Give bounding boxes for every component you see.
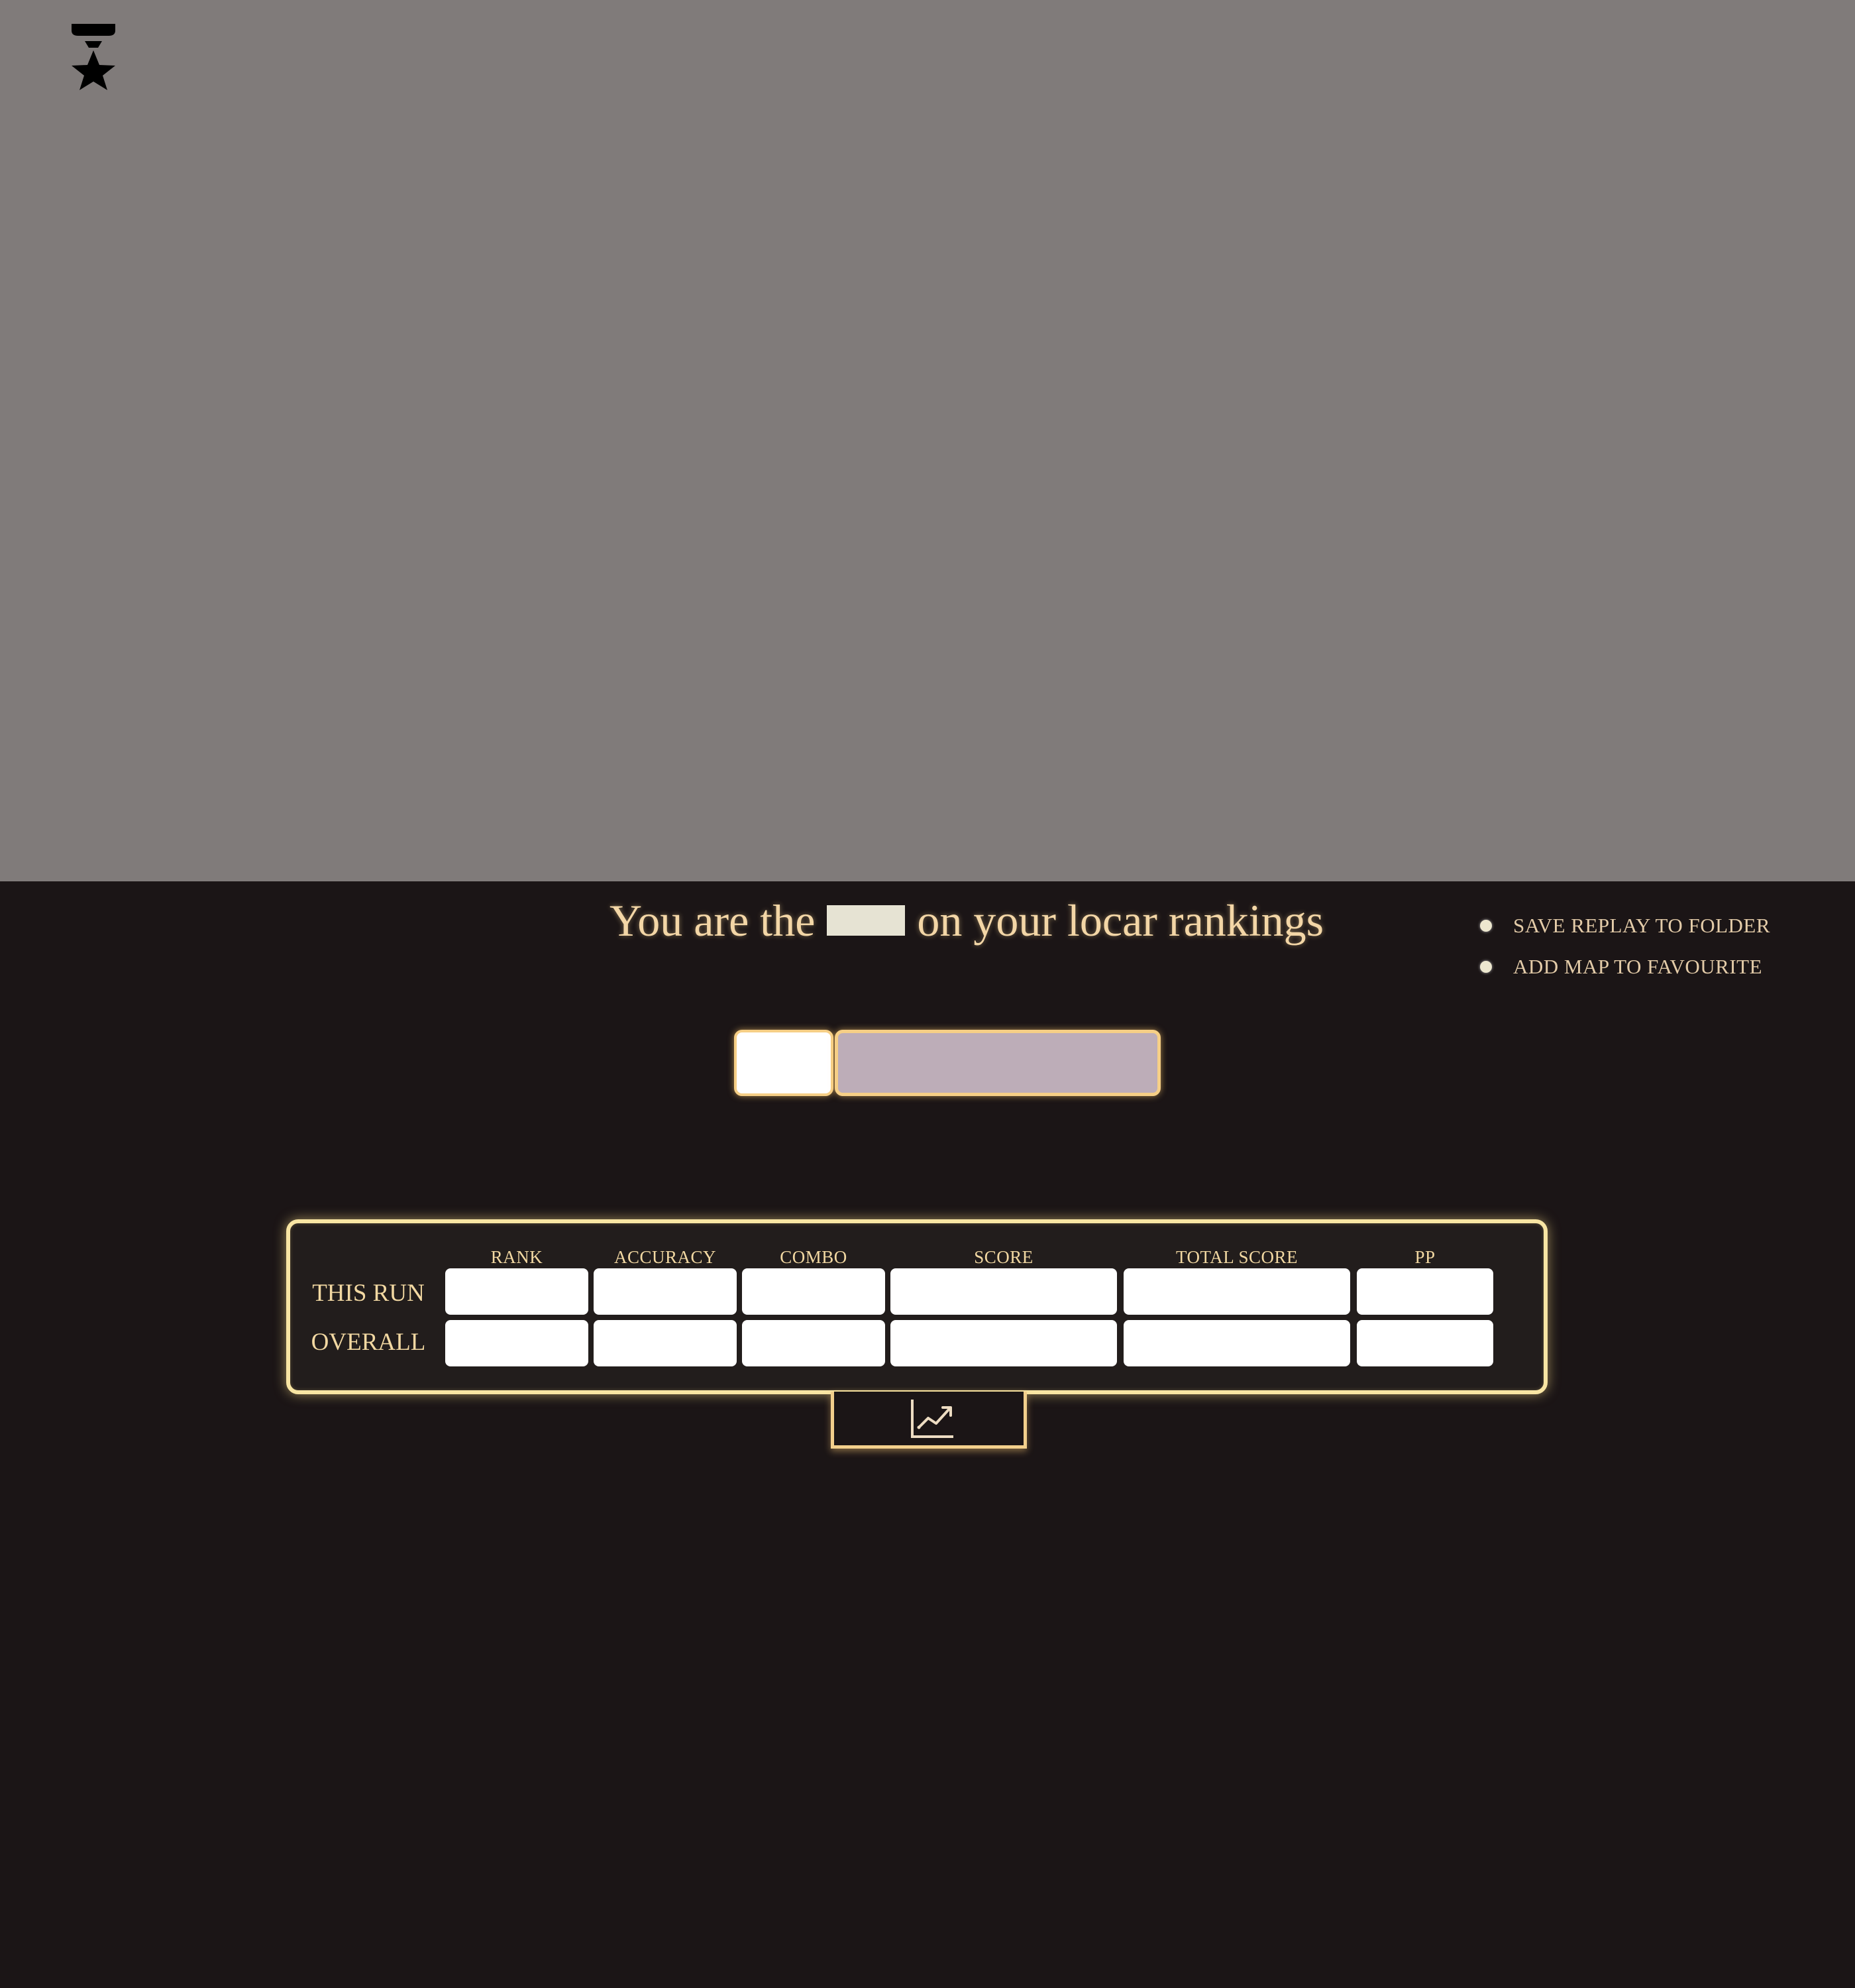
save-replay-label: SAVE REPLAY TO FOLDER xyxy=(1513,914,1771,937)
cell-this-run-accuracy xyxy=(594,1268,737,1315)
cell-overall-pp xyxy=(1357,1320,1493,1366)
headline-text-before: You are the xyxy=(610,895,816,946)
ranking-selector[interactable] xyxy=(734,1030,1162,1099)
row-label-overall: OVERALL xyxy=(311,1329,426,1356)
background-preview xyxy=(0,0,1855,881)
ranking-headline: You are the on your locar rankings xyxy=(610,891,1378,950)
cell-overall-total-score xyxy=(1124,1320,1350,1366)
add-favourite-option[interactable]: ADD MAP TO FAVOURITE xyxy=(1477,946,1822,987)
cell-overall-score xyxy=(890,1320,1117,1366)
graph-toggle-button[interactable] xyxy=(831,1392,1027,1449)
column-header-combo: COMBO xyxy=(780,1247,847,1267)
selector-left-segment[interactable] xyxy=(734,1030,833,1096)
add-favourite-label: ADD MAP TO FAVOURITE xyxy=(1513,955,1763,978)
cell-overall-combo xyxy=(742,1320,885,1366)
cell-this-run-combo xyxy=(742,1268,885,1315)
radio-dot-icon[interactable] xyxy=(1480,961,1492,973)
radio-dot-icon[interactable] xyxy=(1480,920,1492,932)
column-header-rank: RANK xyxy=(490,1247,543,1267)
cell-this-run-score xyxy=(890,1268,1117,1315)
medal-star-icon xyxy=(72,24,115,90)
line-chart-icon xyxy=(911,1400,953,1438)
rank-placeholder xyxy=(827,905,906,936)
cell-overall-accuracy xyxy=(594,1320,737,1366)
selector-right-segment[interactable] xyxy=(835,1030,1161,1096)
cell-this-run-total-score xyxy=(1124,1268,1350,1315)
save-replay-option[interactable]: SAVE REPLAY TO FOLDER xyxy=(1477,905,1822,946)
column-header-score: SCORE xyxy=(974,1247,1034,1267)
cell-this-run-pp xyxy=(1357,1268,1493,1315)
column-header-pp: PP xyxy=(1414,1247,1436,1267)
cell-this-run-rank xyxy=(445,1268,588,1315)
column-header-total-score: TOTAL SCORE xyxy=(1175,1247,1298,1267)
results-screen: You are the on your locar rankings SAVE … xyxy=(0,0,1855,1988)
stats-table: RANK ACCURACY COMBO SCORE TOTAL SCORE PP… xyxy=(286,1219,1548,1394)
column-header-accuracy: ACCURACY xyxy=(613,1247,717,1267)
cell-overall-rank xyxy=(445,1320,588,1366)
row-label-this-run: THIS RUN xyxy=(312,1280,425,1307)
headline-text-after: on your locar rankings xyxy=(917,895,1324,946)
replay-options: SAVE REPLAY TO FOLDER ADD MAP TO FAVOURI… xyxy=(1477,905,1822,987)
